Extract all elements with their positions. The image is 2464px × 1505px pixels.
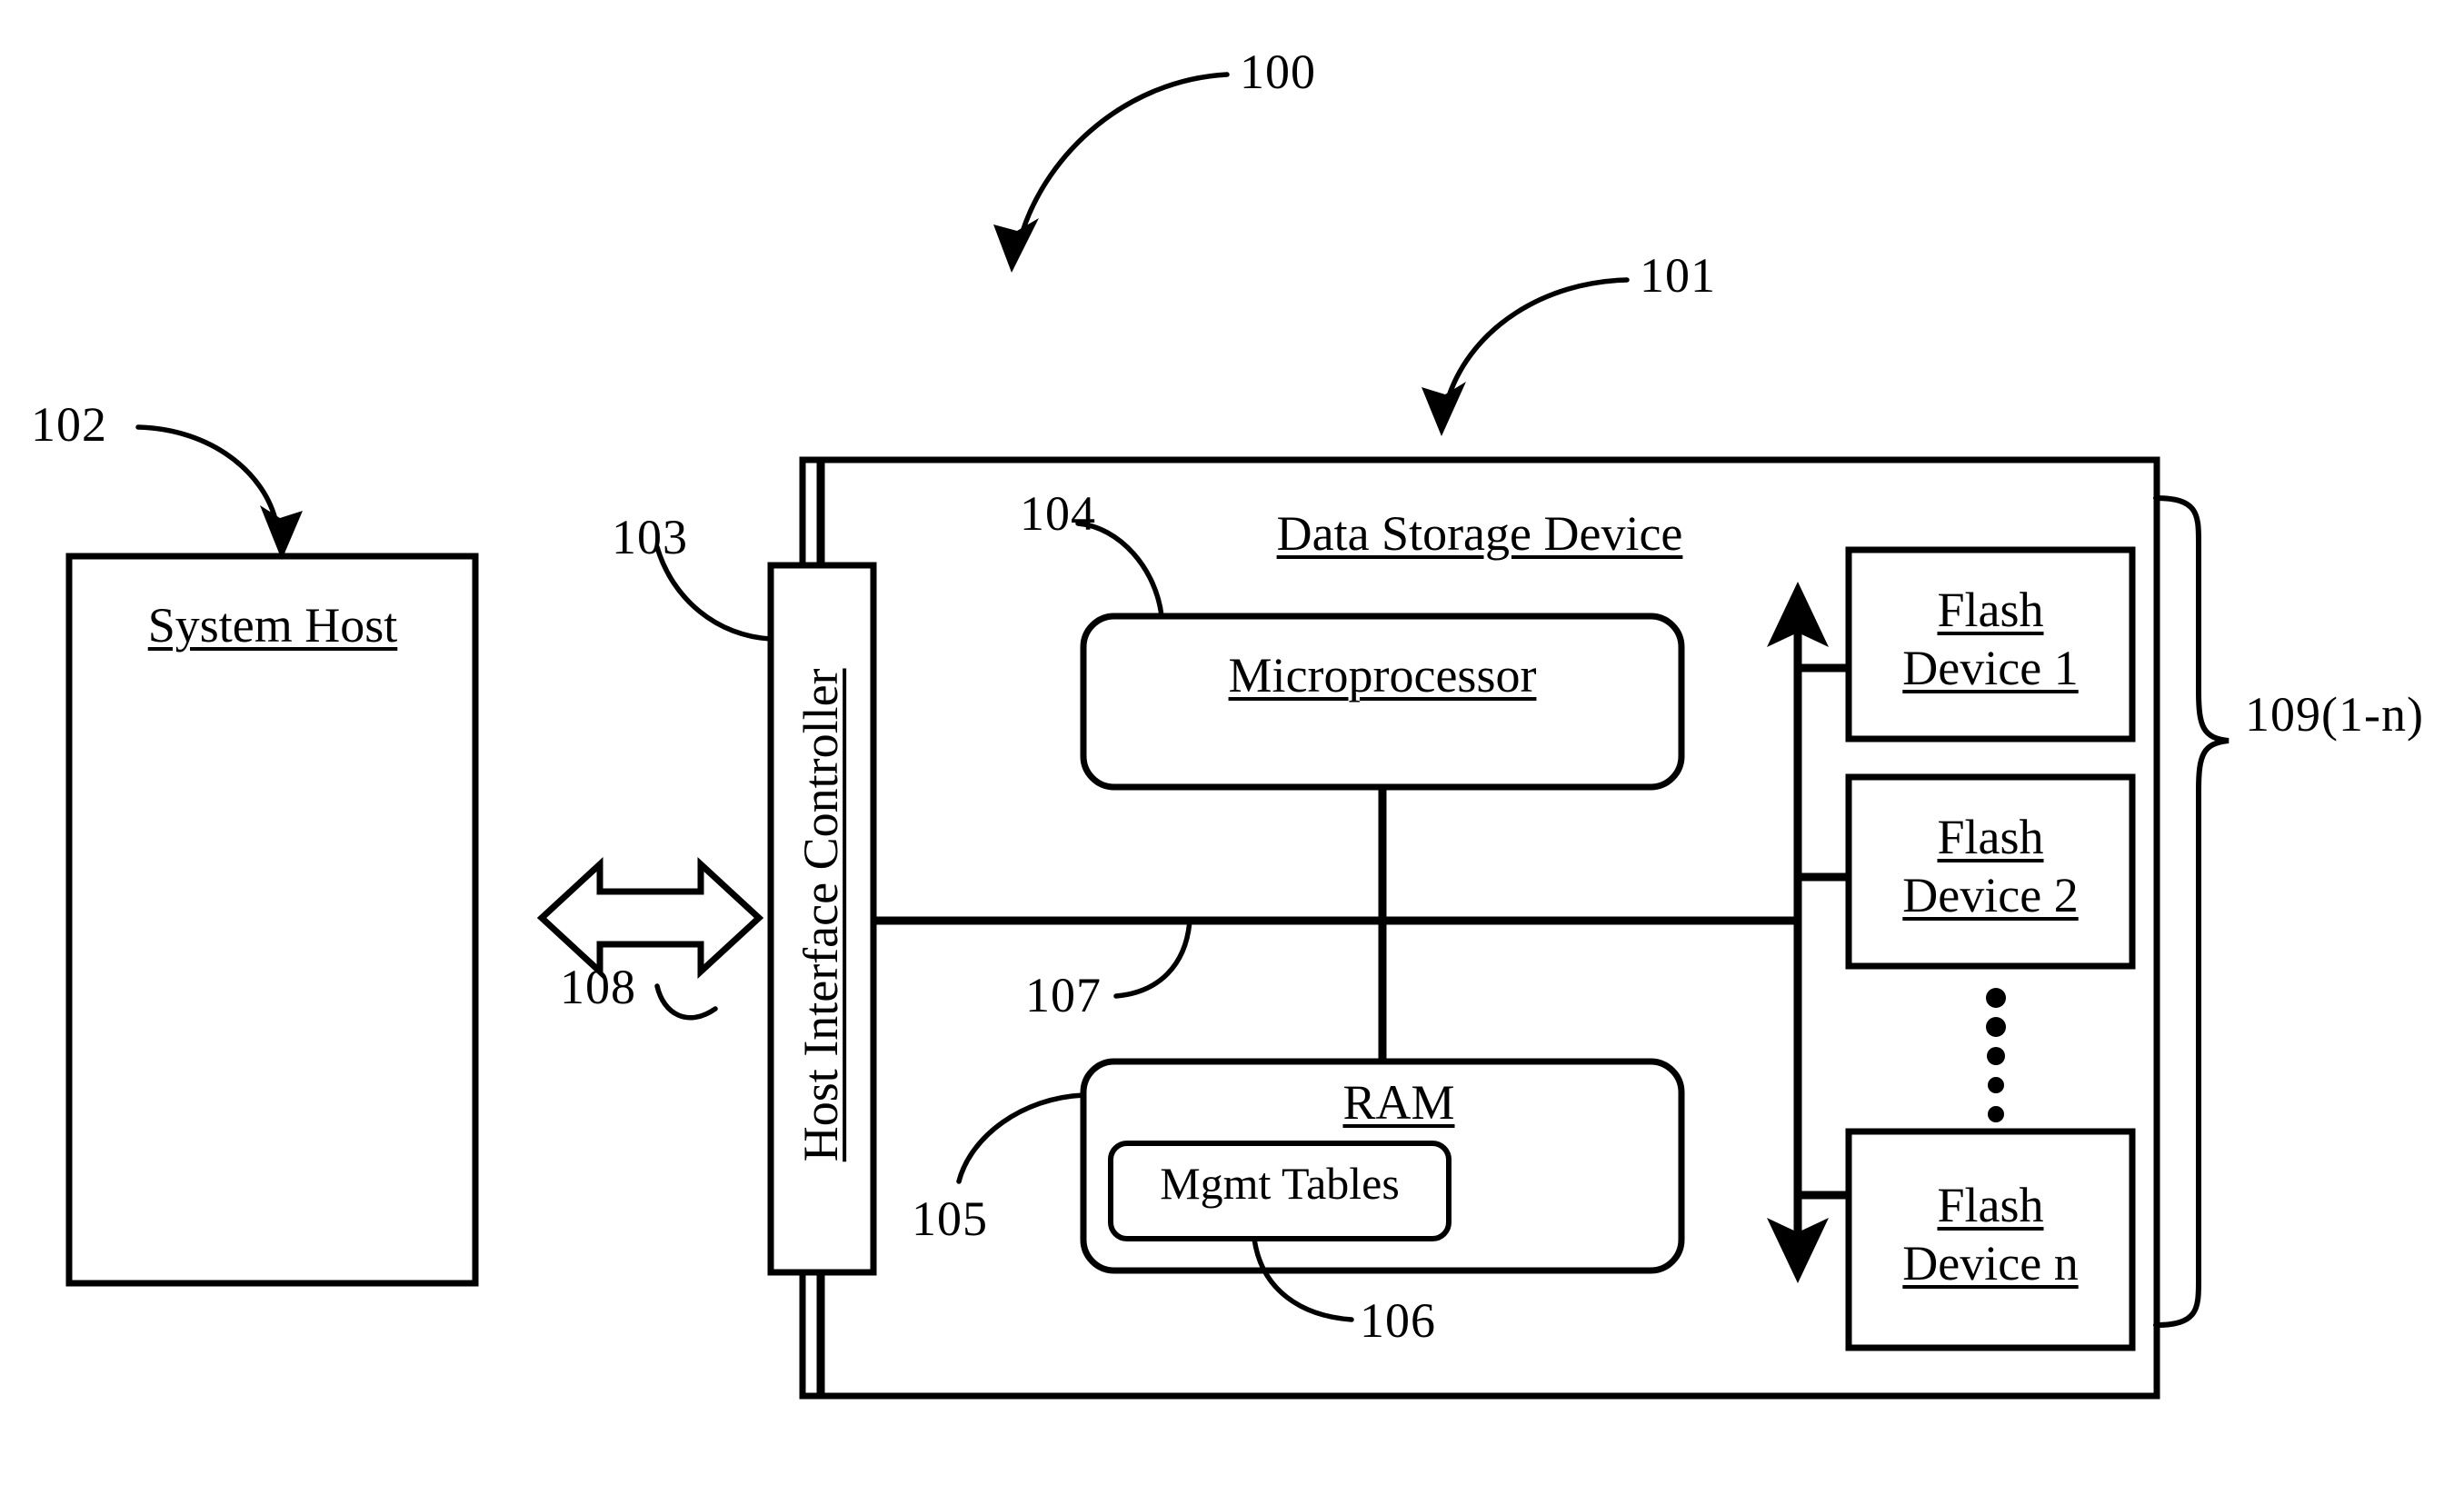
ref-105: 105: [912, 1191, 988, 1246]
host-interface-controller-label-text: Host Interface Controller: [793, 668, 849, 1162]
leader-100: [1019, 72, 1230, 237]
leader-100-arrowhead: [993, 218, 1039, 273]
flash-group-brace: [2153, 495, 2230, 1328]
ref-109-group: 109(1-n): [2245, 687, 2424, 742]
ref-107: 107: [1025, 968, 1102, 1022]
ellipsis-dot-1: [1986, 988, 2006, 1008]
flash-device-1-line2: Device 1: [1902, 640, 2079, 695]
flash-device-2-line1: Flash: [1937, 810, 2044, 864]
mgmt-tables-label-text: Mgmt Tables: [1160, 1158, 1400, 1209]
flash-device-1-label: Flash Device 1: [1902, 582, 2078, 697]
microprocessor-label-text: Microprocessor: [1228, 648, 1537, 703]
diagram-svg: [65, 72, 2230, 1400]
leader-101: [1446, 277, 1630, 399]
data-storage-device-label: Data Storage Device: [1277, 505, 1683, 563]
ref-102: 102: [31, 397, 107, 452]
ellipsis-dot-4: [1988, 1077, 2004, 1093]
host-link-double-arrow: [536, 857, 764, 979]
flash-device-1-line1: Flash: [1937, 583, 2044, 637]
ref-103: 103: [612, 510, 688, 564]
ref-106: 106: [1360, 1293, 1436, 1348]
ellipsis-dot-5: [1988, 1106, 2004, 1122]
ref-108: 108: [560, 960, 636, 1014]
ellipsis-dot-3: [1987, 1047, 2005, 1065]
data-storage-device-label-text: Data Storage Device: [1276, 506, 1683, 561]
leader-102-arrowhead: [260, 505, 303, 560]
system-host-label-text: System Host: [147, 598, 398, 653]
leader-101-arrowhead: [1422, 382, 1466, 436]
ref-101: 101: [1640, 248, 1716, 303]
ram-label: RAM: [1342, 1074, 1454, 1132]
leader-108: [654, 983, 718, 1021]
ellipsis-dot-2: [1986, 1017, 2006, 1037]
flash-device-n-line2: Device n: [1902, 1235, 2079, 1291]
mgmt-tables-label: Mgmt Tables: [1160, 1157, 1400, 1211]
system-host-label: System Host: [148, 597, 398, 655]
figure-canvas: 100 101 102 103 104 105 106 107 108 109(…: [0, 0, 2464, 1505]
ref-100: 100: [1240, 45, 1316, 99]
system-host-box[interactable]: [65, 553, 479, 1287]
flash-device-2-line2: Device 2: [1902, 867, 2079, 922]
ref-104: 104: [1020, 486, 1096, 541]
ram-label-text: RAM: [1342, 1075, 1455, 1130]
microprocessor-label: Microprocessor: [1229, 647, 1537, 705]
flash-device-n-label: Flash Device n: [1902, 1177, 2078, 1292]
leader-102: [135, 424, 279, 526]
flash-device-n-line1: Flash: [1937, 1178, 2044, 1232]
flash-device-2-label: Flash Device 2: [1902, 809, 2078, 924]
